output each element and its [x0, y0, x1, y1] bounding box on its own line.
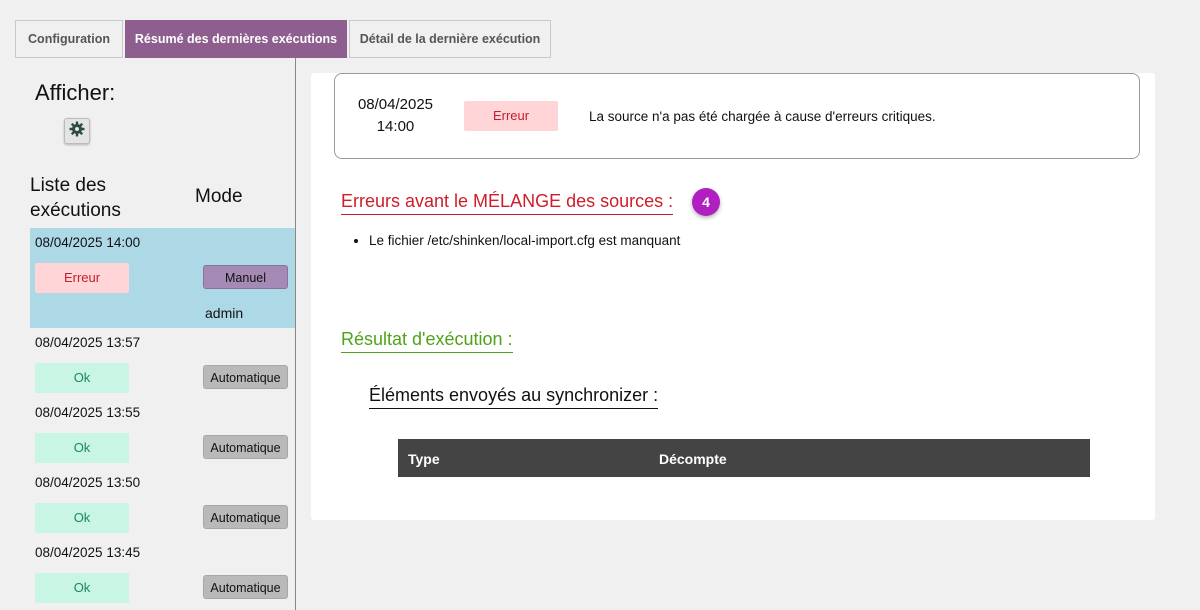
run-date: 08/04/2025 13:57: [35, 335, 141, 350]
summary-datetime: 08/04/2025 14:00: [353, 94, 438, 138]
error-list: Le fichier /etc/shinken/local-import.cfg…: [355, 233, 680, 248]
status-badge: Ok: [35, 433, 129, 463]
show-label: Afficher:: [35, 80, 116, 105]
tab-summary[interactable]: Résumé des dernières exécutions: [125, 20, 347, 58]
summary-date: 08/04/2025: [357, 96, 434, 113]
run-date: 08/04/2025 13:55: [35, 405, 141, 420]
synchronizer-title: Éléments envoyés au synchronizer :: [369, 385, 659, 409]
mode-badge: Automatique: [203, 575, 288, 599]
settings-button[interactable]: [64, 118, 90, 144]
tab-last-detail[interactable]: Détail de la dernière exécution: [349, 20, 551, 58]
mode-badge: Automatique: [203, 505, 288, 529]
status-badge: Ok: [35, 363, 129, 393]
status-badge: Ok: [35, 573, 129, 603]
run-date: 08/04/2025 13:45: [35, 545, 141, 560]
column-type[interactable]: Type: [408, 451, 440, 467]
gear-icon: [69, 121, 85, 142]
mode-badge: Automatique: [203, 435, 288, 459]
tab-configuration[interactable]: Configuration: [15, 20, 123, 58]
runs-list-header: Liste des exécutions: [30, 175, 121, 221]
mode-badge: Automatique: [203, 365, 288, 389]
column-count[interactable]: Décompte: [659, 451, 727, 467]
error-item: Le fichier /etc/shinken/local-import.cfg…: [369, 233, 680, 248]
run-item[interactable]: 08/04/2025 13:50 Ok Automatique: [30, 468, 295, 538]
mode-badge: Manuel: [203, 265, 288, 289]
summary-time: 14:00: [376, 118, 415, 135]
sidebar: Afficher: Liste des exécutions Mode 08/0…: [0, 58, 296, 610]
result-title: Résultat d'exécution :: [341, 329, 513, 353]
status-badge: Ok: [35, 503, 129, 533]
mode-header: Mode: [195, 186, 243, 207]
run-item[interactable]: 08/04/2025 13:55 Ok Automatique: [30, 398, 295, 468]
run-user: admin: [205, 305, 244, 321]
status-badge: Erreur: [35, 263, 129, 293]
summary-status-badge: Erreur: [464, 101, 558, 131]
run-item[interactable]: 08/04/2025 14:00 Erreur Manuel admin: [30, 228, 295, 328]
errors-title: Erreurs avant le MÉLANGE des sources :: [341, 191, 674, 215]
execution-summary-panel: 08/04/2025 14:00 Erreur La source n'a pa…: [311, 73, 1155, 520]
run-date: 08/04/2025 14:00: [35, 235, 141, 250]
summary-message: La source n'a pas été chargée à cause d'…: [589, 109, 936, 124]
run-item[interactable]: 08/04/2025 13:45 Ok Automatique: [30, 538, 295, 610]
error-count-badge: 4: [692, 188, 720, 216]
run-item[interactable]: 08/04/2025 13:57 Ok Automatique: [30, 328, 295, 398]
last-run-summary: 08/04/2025 14:00 Erreur La source n'a pa…: [334, 73, 1140, 159]
run-date: 08/04/2025 13:50: [35, 475, 141, 490]
table-header: Type Décompte: [398, 439, 1090, 477]
